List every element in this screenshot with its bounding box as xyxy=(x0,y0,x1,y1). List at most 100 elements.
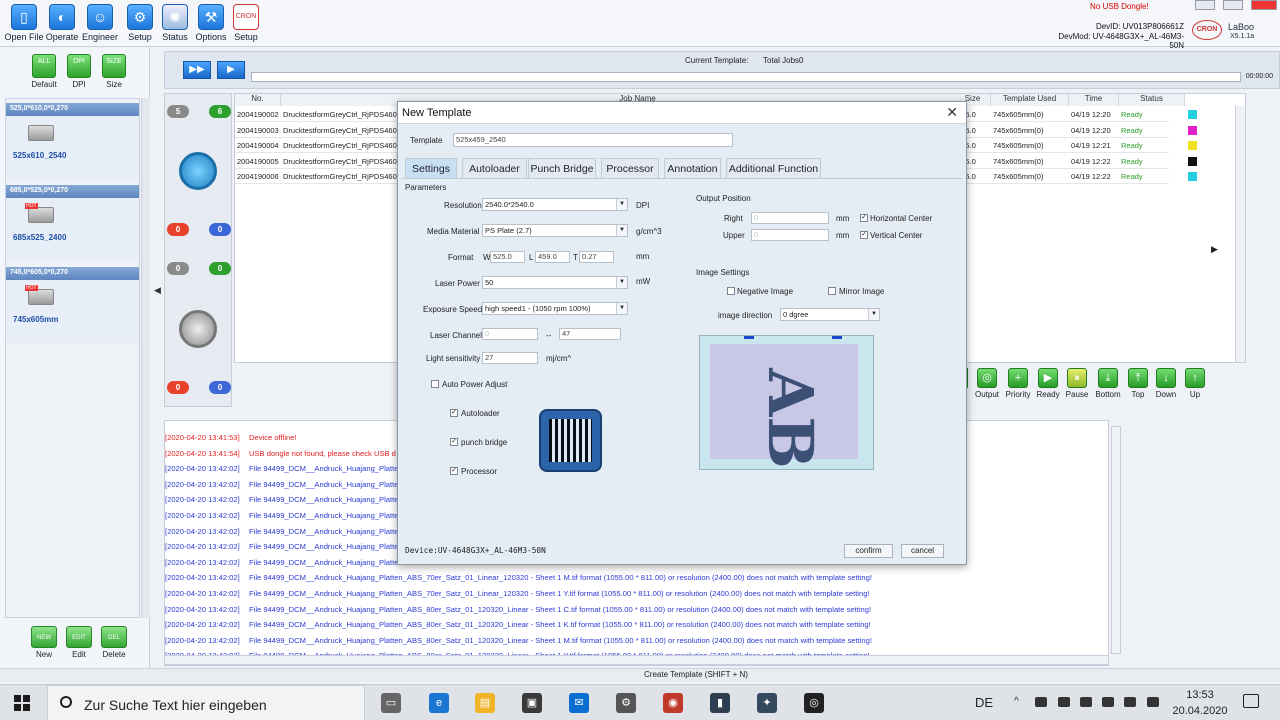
format-width-input[interactable]: 525.0 xyxy=(490,251,525,263)
dialog-titlebar[interactable]: New Template ✕ xyxy=(398,102,966,124)
cell-status: Ready xyxy=(1119,138,1169,153)
template-item[interactable]: 685,0*525,0*0,270 685x525_2400 xyxy=(6,185,139,261)
color-swatch xyxy=(1188,156,1197,166)
taskbar-clock[interactable]: 13:53 xyxy=(1172,689,1228,701)
new-icon: NEW xyxy=(31,626,57,648)
laser-channel-separator: -- xyxy=(546,331,552,340)
right-offset-input[interactable]: 0 xyxy=(751,212,829,224)
file-explorer-icon[interactable]: ▤ xyxy=(475,693,495,713)
negative-image-checkbox[interactable] xyxy=(727,287,735,295)
laser-power-select[interactable]: 50 ▼ xyxy=(482,276,628,289)
priority-button[interactable]: + Priority xyxy=(1004,368,1032,399)
settings-gear-icon[interactable]: ⚙ xyxy=(616,693,636,713)
taskbar-date[interactable]: 20.04.2020 xyxy=(1170,705,1230,717)
terminal-icon[interactable]: ▮ xyxy=(710,693,730,713)
tab-additional-function[interactable]: Additional Function xyxy=(726,158,821,178)
ready-button[interactable]: ▶ Ready xyxy=(1034,368,1062,399)
edge-icon[interactable]: e xyxy=(429,693,449,713)
autoloader-checkbox[interactable]: ✓ xyxy=(450,409,458,417)
tab-autoloader[interactable]: Autoloader xyxy=(462,158,527,178)
keyboard-icon[interactable] xyxy=(1124,697,1136,707)
printer-icon[interactable] xyxy=(1058,697,1070,707)
new-template-button[interactable]: NEW New xyxy=(29,626,59,659)
upper-offset-input[interactable]: 0 xyxy=(751,229,829,241)
column-header-no[interactable]: No. xyxy=(235,94,281,106)
chevron-down-icon: ▼ xyxy=(616,199,627,210)
template-name-input[interactable]: 525x459_2540 xyxy=(453,133,733,147)
windows-start-icon[interactable] xyxy=(14,695,30,711)
top-button[interactable]: ⤒ Top xyxy=(1124,368,1152,399)
loader-icon[interactable] xyxy=(179,152,217,190)
notification-icon[interactable] xyxy=(1243,694,1259,708)
play-button[interactable]: ▶ xyxy=(217,61,245,79)
cancel-button[interactable]: cancel xyxy=(901,544,944,558)
stacker-icon[interactable] xyxy=(179,310,217,348)
cron-setup-button[interactable]: CRON Setup xyxy=(224,4,268,46)
device-icon[interactable] xyxy=(1102,697,1114,707)
bottom-icon: ⤓ xyxy=(1098,368,1118,388)
tab-annotation[interactable]: Annotation xyxy=(664,158,721,178)
format-length-input[interactable]: 459.0 xyxy=(535,251,570,263)
battery-icon[interactable] xyxy=(1035,697,1047,707)
horizontal-center-checkbox[interactable]: ✓ xyxy=(860,214,868,222)
template-item[interactable]: 745,0*605,0*0,270 745x605mm xyxy=(6,267,139,343)
laser-channel-to-input[interactable]: 47 xyxy=(559,328,621,340)
pause-button[interactable]: ⏸ Pause xyxy=(1063,368,1091,399)
mail-icon[interactable]: ✉ xyxy=(569,693,589,713)
fast-forward-button[interactable]: ▶▶ xyxy=(183,61,211,79)
search-placeholder: Zur Suche Text hier eingeben xyxy=(84,697,267,713)
edit-template-button[interactable]: EDIT Edit xyxy=(64,626,94,659)
cron-app-icon[interactable]: ◉ xyxy=(663,693,683,713)
bottom-button[interactable]: ⤓ Bottom xyxy=(1094,368,1122,399)
filter-size-button[interactable]: SIZE Size xyxy=(96,54,132,89)
output-button[interactable]: ◎ Output xyxy=(973,368,1001,399)
volume-icon[interactable] xyxy=(1147,697,1159,707)
format-thickness-input[interactable]: 0.27 xyxy=(579,251,614,263)
resolution-select[interactable]: 2540.0*2540.0 ▼ xyxy=(482,198,628,211)
collapse-left-arrow-icon[interactable]: ◀ xyxy=(154,285,161,296)
filter-default-button[interactable]: ALL Default xyxy=(26,54,62,89)
laser-channel-from-input[interactable]: 0 xyxy=(482,328,538,340)
down-button[interactable]: ↓ Down xyxy=(1152,368,1180,399)
punch-mark-icon xyxy=(832,336,842,339)
vertical-center-checkbox[interactable]: ✓ xyxy=(860,231,868,239)
close-icon[interactable]: ✕ xyxy=(946,104,958,121)
store-icon[interactable]: ▣ xyxy=(522,693,542,713)
tab-processor[interactable]: Processor xyxy=(601,158,659,178)
exposure-speed-select[interactable]: high speed1 - (1050 rpm 100%) ▼ xyxy=(482,302,628,315)
column-header-template[interactable]: Template Used xyxy=(991,94,1069,106)
log-horizontal-scrollbar[interactable] xyxy=(164,655,1109,665)
tab-punch-bridge[interactable]: Punch Bridge xyxy=(528,158,596,178)
up-button[interactable]: ↑ Up xyxy=(1181,368,1209,399)
app-icon[interactable]: ✦ xyxy=(757,693,777,713)
engineer-button[interactable]: ☺ Engineer xyxy=(78,4,122,46)
task-view-icon[interactable]: ▭ xyxy=(381,693,401,713)
delete-template-button[interactable]: DEL Delete xyxy=(99,626,129,659)
job-table-scrollbar[interactable] xyxy=(1235,106,1245,362)
auto-power-adjust-checkbox[interactable] xyxy=(431,380,439,388)
column-header-time[interactable]: Time xyxy=(1069,94,1119,106)
tab-settings[interactable]: Settings xyxy=(405,158,457,178)
template-item[interactable]: 525,0*610,0*0,270 525x610_2540 xyxy=(6,103,139,179)
column-header-status[interactable]: Status xyxy=(1119,94,1185,106)
chevron-up-icon[interactable]: ^ xyxy=(1014,697,1026,707)
taskbar-search-input[interactable]: Zur Suche Text hier eingeben xyxy=(47,685,365,720)
confirm-button[interactable]: confirm xyxy=(844,544,893,558)
media-material-select[interactable]: PS Plate (2.7) ▼ xyxy=(482,224,628,237)
light-sensitivity-input[interactable]: 27 xyxy=(482,352,538,364)
language-indicator[interactable]: DE xyxy=(975,695,993,710)
obs-icon[interactable]: ◎ xyxy=(804,693,824,713)
filter-dpi-button[interactable]: DPI DPI xyxy=(61,54,97,89)
punch-bridge-checkbox[interactable]: ✓ xyxy=(450,438,458,446)
cell-status: Ready xyxy=(1119,123,1169,138)
template-list-scrollbar[interactable] xyxy=(141,98,150,618)
close-window-button[interactable] xyxy=(1251,0,1277,10)
maximize-window-button[interactable] xyxy=(1223,0,1243,10)
collapse-right-arrow-icon[interactable]: ▶ xyxy=(1211,244,1218,255)
image-direction-select[interactable]: 0 dgree ▼ xyxy=(780,308,880,321)
mirror-image-checkbox[interactable] xyxy=(828,287,836,295)
minimize-window-button[interactable] xyxy=(1195,0,1215,10)
processor-checkbox[interactable]: ✓ xyxy=(450,467,458,475)
log-vertical-scrollbar[interactable] xyxy=(1111,426,1121,654)
network-icon[interactable] xyxy=(1080,697,1092,707)
